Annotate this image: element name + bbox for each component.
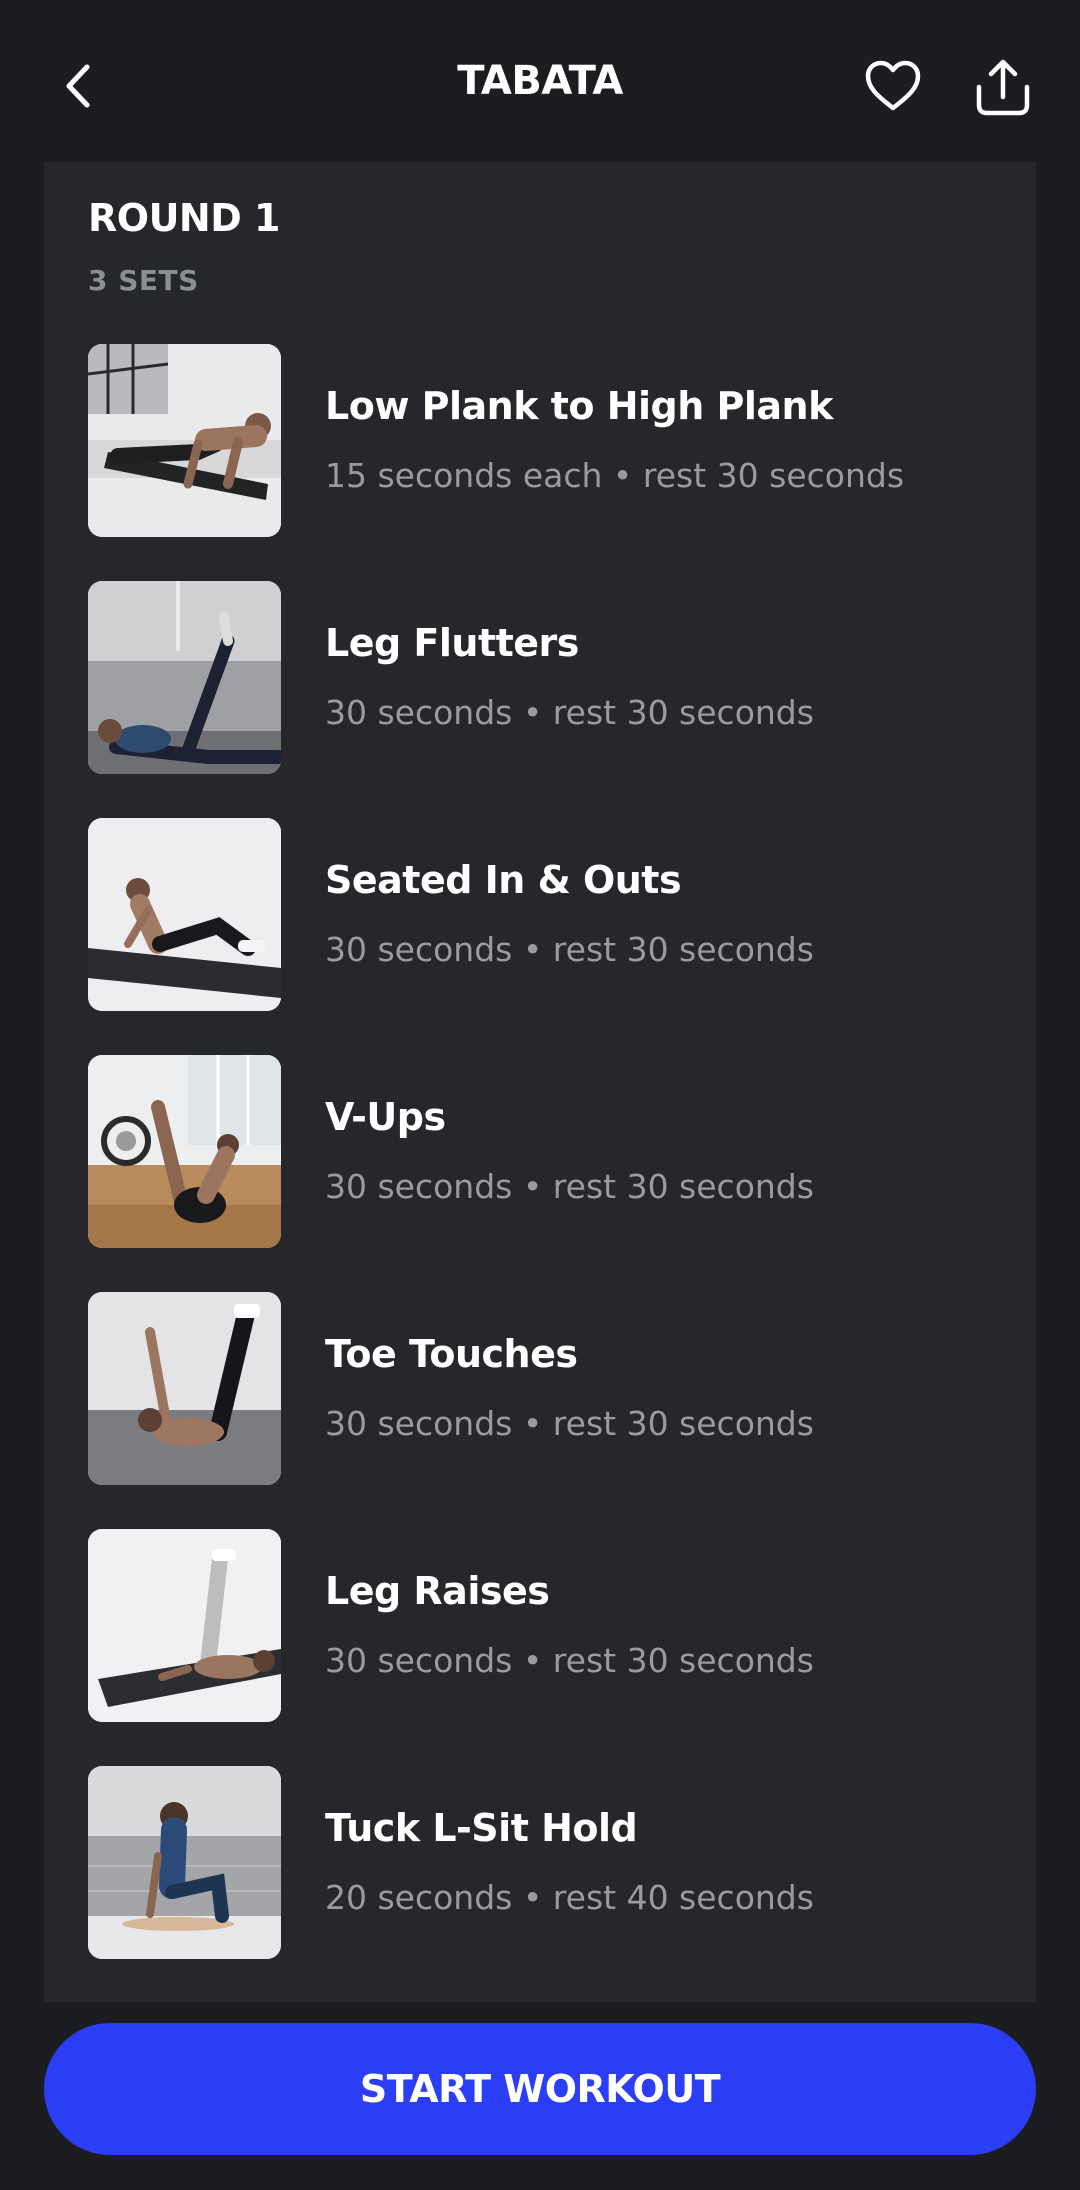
round-title: ROUND 1 <box>88 196 280 240</box>
exercise-thumbnail <box>88 1766 281 1959</box>
round-card: ROUND 1 3 SETS Low Plank to High Plank 1… <box>44 162 1036 2002</box>
exercise-item[interactable]: Leg Raises 30 seconds • rest 30 seconds <box>88 1529 1008 1766</box>
exercise-list: Low Plank to High Plank 15 seconds each … <box>88 344 1008 2003</box>
round-sets-count: 3 SETS <box>88 264 199 297</box>
exercise-item[interactable]: Leg Flutters 30 seconds • rest 30 second… <box>88 581 1008 818</box>
exercise-name: Low Plank to High Plank <box>325 384 833 428</box>
share-icon <box>976 59 1030 116</box>
heart-icon <box>865 60 921 111</box>
exercise-thumbnail <box>88 344 281 537</box>
exercise-thumbnail <box>88 1055 281 1248</box>
exercise-name: Seated In & Outs <box>325 858 682 902</box>
share-button[interactable] <box>970 54 1036 120</box>
exercise-name: V-Ups <box>325 1095 446 1139</box>
exercise-name: Leg Flutters <box>325 621 579 665</box>
top-bar: TABATA <box>0 0 1080 162</box>
exercise-name: Toe Touches <box>325 1332 578 1376</box>
exercise-item[interactable]: V-Ups 30 seconds • rest 30 seconds <box>88 1055 1008 1292</box>
exercise-thumbnail <box>88 581 281 774</box>
exercise-thumbnail <box>88 1292 281 1485</box>
exercise-name: Tuck L-Sit Hold <box>325 1806 638 1850</box>
start-workout-button[interactable]: START WORKOUT <box>44 2023 1036 2155</box>
exercise-thumbnail <box>88 818 281 1011</box>
exercise-detail: 30 seconds • rest 30 seconds <box>325 1641 814 1680</box>
exercise-item[interactable]: Low Plank to High Plank 15 seconds each … <box>88 344 1008 581</box>
exercise-detail: 20 seconds • rest 40 seconds <box>325 1878 814 1917</box>
exercise-detail: 30 seconds • rest 30 seconds <box>325 693 814 732</box>
exercise-item[interactable]: Seated In & Outs 30 seconds • rest 30 se… <box>88 818 1008 1055</box>
exercise-thumbnail <box>88 1529 281 1722</box>
exercise-detail: 15 seconds each • rest 30 seconds <box>325 456 905 495</box>
favorite-button[interactable] <box>862 58 924 114</box>
exercise-name: Leg Raises <box>325 1569 550 1613</box>
exercise-item[interactable]: Tuck L-Sit Hold 20 seconds • rest 40 sec… <box>88 1766 1008 2003</box>
exercise-detail: 30 seconds • rest 30 seconds <box>325 1167 814 1206</box>
exercise-detail: 30 seconds • rest 30 seconds <box>325 930 814 969</box>
exercise-item[interactable]: Toe Touches 30 seconds • rest 30 seconds <box>88 1292 1008 1529</box>
chevron-left-icon <box>66 64 90 108</box>
back-button[interactable] <box>52 56 104 116</box>
exercise-detail: 30 seconds • rest 30 seconds <box>325 1404 814 1443</box>
